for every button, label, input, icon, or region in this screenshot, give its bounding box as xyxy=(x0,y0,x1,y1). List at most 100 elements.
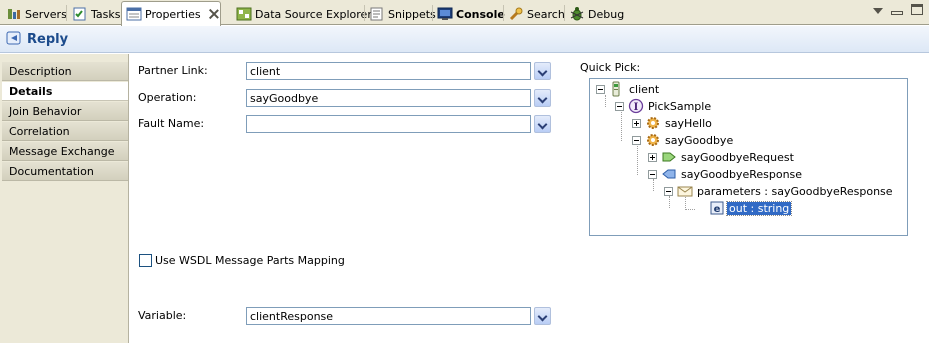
tree-node-out[interactable]: e out : string xyxy=(709,200,793,216)
partner-link-combo[interactable]: client xyxy=(246,62,531,80)
reply-icon xyxy=(6,30,22,49)
message-part-icon xyxy=(677,183,693,199)
tab-label: Servers xyxy=(25,7,67,21)
tab-properties[interactable]: Properties xyxy=(121,1,221,26)
wsdl-mapping-label: Use WSDL Message Parts Mapping xyxy=(155,254,345,267)
sidebar-item-documentation[interactable]: Documentation xyxy=(2,162,128,181)
sidebar-item-join-behavior[interactable]: Join Behavior xyxy=(2,102,128,121)
interface-icon: I xyxy=(628,98,644,114)
sidebar-item-correlation[interactable]: Correlation xyxy=(2,122,128,141)
tree-connector xyxy=(685,209,695,210)
tree-connector xyxy=(621,112,622,141)
tab-tasks[interactable]: Tasks xyxy=(68,3,120,25)
svg-text:e: e xyxy=(714,204,721,215)
sidebar-item-message-exchange[interactable]: Message Exchange xyxy=(2,142,128,161)
variable-combo[interactable]: clientResponse xyxy=(246,307,531,325)
input-message-icon xyxy=(661,149,677,165)
fault-name-dropdown-button[interactable] xyxy=(534,115,551,133)
collapse-icon[interactable] xyxy=(664,186,673,196)
search-icon xyxy=(508,6,524,22)
tree-node-client[interactable]: client xyxy=(596,81,659,97)
operation-icon xyxy=(645,115,661,131)
operation-combo[interactable]: sayGoodbye xyxy=(246,89,531,107)
fault-name-label: Fault Name: xyxy=(138,117,205,130)
tab-label: Debug xyxy=(588,7,625,21)
expand-icon[interactable] xyxy=(648,152,657,162)
view-controls xyxy=(873,4,923,15)
tree-node-label: sayGoodbyeRequest xyxy=(681,150,794,164)
quick-pick-label: Quick Pick: xyxy=(580,61,641,74)
sidebar-item-label: Description xyxy=(9,64,72,78)
tab-label: Console xyxy=(456,7,505,21)
partner-link-icon xyxy=(609,81,625,97)
tab-label: Data Source Explorer xyxy=(255,7,372,21)
tab-console[interactable]: Console xyxy=(433,3,505,25)
tab-servers[interactable]: Servers xyxy=(2,3,67,25)
tree-connector xyxy=(637,146,638,175)
collapse-icon[interactable] xyxy=(596,84,605,94)
sidebar-item-description[interactable]: Description xyxy=(2,62,128,81)
debug-icon xyxy=(569,6,585,22)
sidebar-item-details[interactable]: Details xyxy=(2,82,128,101)
tab-separator xyxy=(66,5,67,21)
operation-icon xyxy=(645,132,661,148)
tree-node-label: client xyxy=(629,82,660,96)
wsdl-mapping-checkbox[interactable] xyxy=(139,254,152,267)
tab-label: Properties xyxy=(145,7,201,21)
view-menu-icon[interactable] xyxy=(873,7,883,14)
tree-node-label: out : string xyxy=(725,200,793,216)
sidebar-item-label: Correlation xyxy=(9,124,70,138)
output-message-icon xyxy=(661,166,677,182)
tree-node-sayhello[interactable]: sayHello xyxy=(632,115,712,131)
servers-icon xyxy=(6,6,22,22)
variable-dropdown-button[interactable] xyxy=(534,307,551,325)
view-tab-bar: Servers Tasks Properties Data Source Exp… xyxy=(0,0,929,26)
properties-header: Reply xyxy=(0,26,929,53)
tree-node-label: sayGoodbye xyxy=(665,133,734,147)
tree-node-label: parameters : sayGoodbyeResponse xyxy=(697,184,893,198)
quick-pick-tree[interactable]: client I PickSample sayHello sayGoodbye … xyxy=(589,78,908,236)
sidebar-item-label: Documentation xyxy=(9,164,94,178)
collapse-icon[interactable] xyxy=(632,135,641,145)
tab-debug[interactable]: Debug xyxy=(565,3,624,25)
tree-node-label: PickSample xyxy=(648,99,712,113)
tree-node-saygoodbyeresponse[interactable]: sayGoodbyeResponse xyxy=(648,166,802,182)
properties-sidebar: Description Details Join Behavior Correl… xyxy=(0,54,129,343)
tree-node-label: sayGoodbyeResponse xyxy=(681,167,803,181)
wsdl-mapping-option: Use WSDL Message Parts Mapping xyxy=(139,254,345,267)
partner-link-label: Partner Link: xyxy=(138,64,208,77)
tab-data-source-explorer[interactable]: Data Source Explorer xyxy=(232,3,372,25)
sidebar-item-label: Join Behavior xyxy=(9,104,82,118)
element-icon: e xyxy=(709,200,725,216)
variable-label: Variable: xyxy=(138,309,187,322)
tab-label: Search xyxy=(527,7,565,21)
tasks-icon xyxy=(72,6,88,22)
properties-icon xyxy=(126,6,142,22)
svg-text:I: I xyxy=(634,102,639,113)
sidebar-item-label: Message Exchange xyxy=(9,144,115,158)
operation-label: Operation: xyxy=(138,91,197,104)
tab-label: Tasks xyxy=(91,7,121,21)
close-icon[interactable] xyxy=(209,9,219,19)
partner-link-dropdown-button[interactable] xyxy=(534,62,551,80)
tab-snippets[interactable]: Snippets xyxy=(365,3,436,25)
fault-name-combo[interactable] xyxy=(246,115,531,133)
console-icon xyxy=(437,6,453,22)
collapse-icon[interactable] xyxy=(648,169,657,179)
minimize-icon[interactable] xyxy=(891,10,903,15)
data-source-explorer-icon xyxy=(236,6,252,22)
collapse-icon[interactable] xyxy=(615,101,624,111)
snippets-icon xyxy=(369,6,385,22)
sidebar-item-label: Details xyxy=(9,84,53,98)
tree-node-parameters[interactable]: parameters : sayGoodbyeResponse xyxy=(664,183,893,199)
tree-node-saygoodbyerequest[interactable]: sayGoodbyeRequest xyxy=(648,149,794,165)
tree-node-saygoodbye[interactable]: sayGoodbye xyxy=(632,132,733,148)
tree-node-picksample[interactable]: I PickSample xyxy=(615,98,711,114)
maximize-icon[interactable] xyxy=(911,4,923,15)
page-title: Reply xyxy=(27,31,69,47)
operation-dropdown-button[interactable] xyxy=(534,89,551,107)
tab-label: Snippets xyxy=(388,7,436,21)
tab-search[interactable]: Search xyxy=(504,3,565,25)
expand-icon[interactable] xyxy=(632,118,641,128)
tree-node-label: sayHello xyxy=(665,116,712,130)
